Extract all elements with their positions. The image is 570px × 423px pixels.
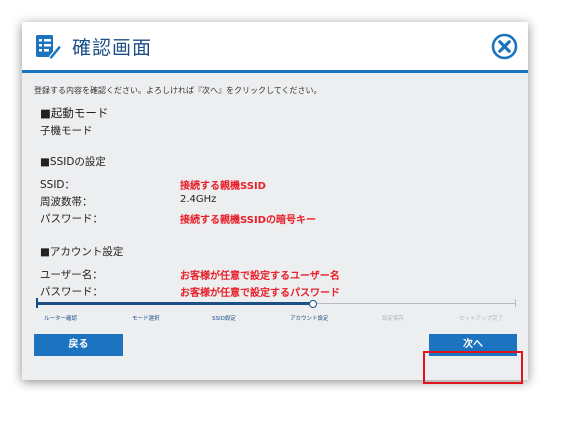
checklist-edit-icon — [36, 35, 62, 60]
ssid-label: SSID： — [40, 179, 76, 191]
step-label-setup-complete: セットアップ完了 — [459, 316, 504, 322]
step-label-mode-select: モード選択 — [132, 316, 160, 322]
ssid-value: 接続する親機SSID — [180, 181, 266, 192]
back-button[interactable]: 戻る — [34, 334, 123, 356]
step-label-save-settings: 設定保存 — [382, 316, 405, 322]
startup-mode-heading: ■起動モード — [40, 106, 109, 120]
frequency-label: 周波数帯： — [40, 196, 93, 208]
confirmation-dialog: 確認画面 登録する内容を確認ください。よろしければ『次へ』をクリックしてください… — [22, 22, 528, 380]
account-settings-heading: ■アカウント設定 — [40, 246, 124, 258]
instruction-text: 登録する内容を確認ください。よろしければ『次へ』をクリックしてください。 — [34, 86, 322, 95]
close-circle-icon[interactable] — [491, 33, 518, 60]
step-label-ssid-setup: SSID設定 — [212, 316, 236, 322]
ssid-settings-heading: ■SSIDの設定 — [40, 156, 106, 168]
username-value: お客様が任意で設定するユーザー名 — [180, 271, 340, 282]
step-label-router-check: ルーター確認 — [44, 316, 78, 322]
progress-end-marker — [515, 299, 516, 307]
frequency-value: 2.4GHz — [180, 194, 217, 205]
username-label: ユーザー名： — [40, 269, 103, 281]
step-label-account-setup: アカウント設定 — [290, 316, 329, 322]
startup-mode-value: 子機モード — [40, 125, 93, 137]
account-password-value: お客様が任意で設定するパスワード — [180, 288, 340, 299]
ssid-password-label: パスワード： — [40, 213, 103, 225]
account-password-label: パスワード： — [40, 286, 103, 298]
progress-current-dot — [309, 300, 317, 308]
next-button-highlight — [423, 351, 523, 384]
ssid-password-value: 接続する親機SSIDの暗号キー — [180, 215, 316, 226]
progress-fill — [38, 302, 312, 305]
dialog-titlebar: 確認画面 — [22, 22, 528, 73]
progress-start-marker — [36, 298, 38, 308]
dialog-title: 確認画面 — [72, 37, 153, 59]
